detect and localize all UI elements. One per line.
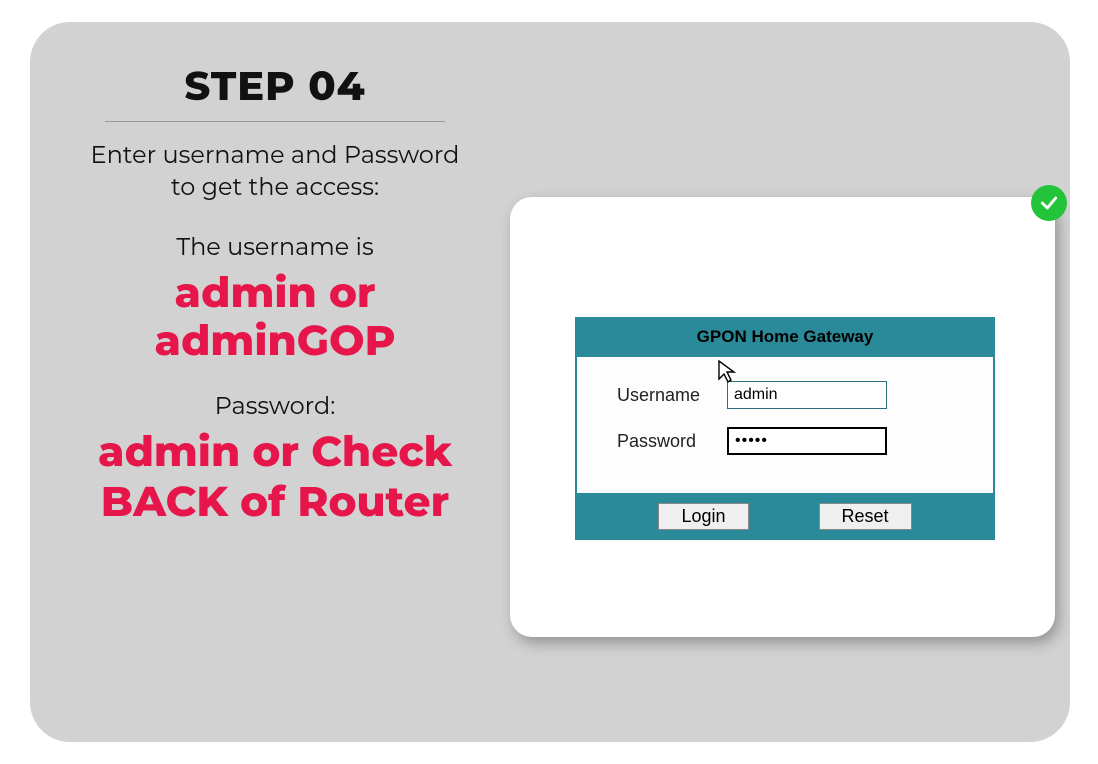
cursor-icon bbox=[717, 359, 739, 390]
password-row: Password bbox=[597, 427, 973, 455]
username-row: Username bbox=[597, 381, 973, 409]
step-card: STEP 04 Enter username and Pass­word to … bbox=[30, 22, 1070, 742]
router-header: GPON Home Gateway bbox=[575, 317, 995, 357]
router-password-label: Password bbox=[597, 431, 727, 452]
instructions-column: STEP 04 Enter username and Pass­word to … bbox=[90, 62, 460, 526]
password-label: Password: bbox=[90, 392, 460, 421]
login-button[interactable]: Login bbox=[658, 503, 748, 530]
step-intro: Enter username and Pass­word to get the … bbox=[90, 140, 460, 205]
router-body: Username Password bbox=[575, 357, 995, 493]
password-hint: admin or Check BACK of Router bbox=[90, 427, 460, 526]
username-label: The username is bbox=[90, 233, 460, 262]
router-username-label: Username bbox=[597, 385, 727, 406]
router-login-box: GPON Home Gateway Username Password Logi bbox=[575, 317, 995, 540]
username-input[interactable] bbox=[727, 381, 887, 409]
router-footer: Login Reset bbox=[575, 493, 995, 540]
divider bbox=[105, 121, 445, 122]
password-input[interactable] bbox=[727, 427, 887, 455]
username-hint: admin or adminGOP bbox=[90, 268, 460, 365]
step-title: STEP 04 bbox=[90, 62, 460, 121]
check-icon bbox=[1031, 185, 1067, 221]
screenshot-panel: GPON Home Gateway Username Password Logi bbox=[510, 197, 1055, 637]
reset-button[interactable]: Reset bbox=[819, 503, 912, 530]
